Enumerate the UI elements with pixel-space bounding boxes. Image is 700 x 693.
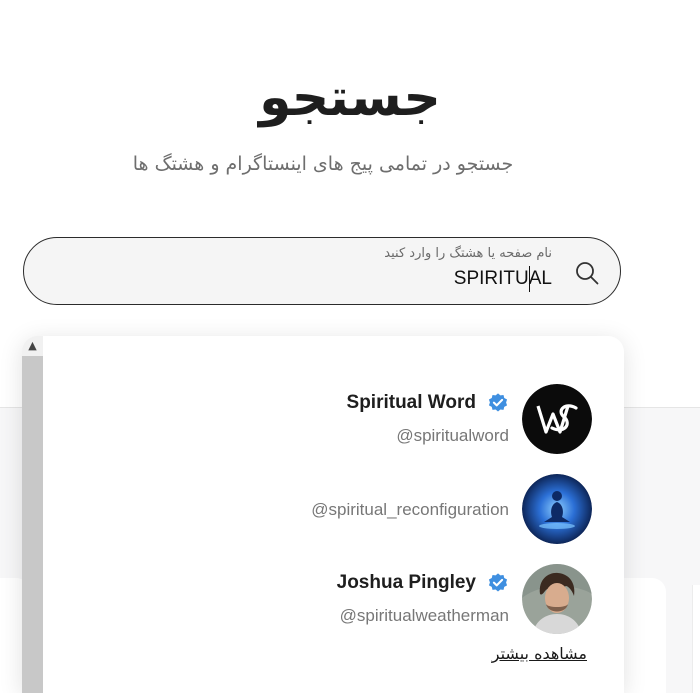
result-handle: @spiritualword bbox=[396, 426, 509, 445]
verified-badge-icon bbox=[488, 573, 508, 592]
text-caret bbox=[529, 266, 530, 292]
result-name: Joshua Pingley bbox=[336, 572, 476, 593]
search-result-item[interactable]: @spiritual_reconfiguration bbox=[62, 474, 592, 546]
verified-badge-icon bbox=[488, 393, 508, 412]
page-subtitle: جستجو در تمامی پیج های اینستاگرام و هشتگ… bbox=[132, 153, 514, 175]
search-result-item[interactable]: Joshua Pingley @spiritualweatherman bbox=[62, 564, 592, 636]
ws-monogram-logo bbox=[522, 384, 592, 454]
search-label: نام صفحه یا هشتگ را وارد کنید bbox=[384, 246, 552, 261]
page-title: جستجو bbox=[259, 68, 441, 128]
result-handle: @spiritualweatherman bbox=[339, 606, 509, 625]
search-input[interactable] bbox=[152, 266, 552, 292]
search-icon[interactable] bbox=[574, 260, 600, 286]
search-result-item[interactable]: Spiritual Word @spiritualword bbox=[62, 384, 592, 456]
dropdown-scrollbar[interactable]: ▲ bbox=[22, 336, 43, 693]
scroll-up-arrow-icon[interactable]: ▲ bbox=[22, 336, 43, 356]
result-handle: @spiritual_reconfiguration bbox=[311, 500, 509, 519]
meditation-figure-image bbox=[522, 474, 592, 544]
result-name: Spiritual Word bbox=[346, 392, 476, 413]
see-more-link[interactable]: مشاهده بیشتر bbox=[492, 644, 587, 663]
search-results-dropdown: ▲ Spiritual Word @spiritualword @spiritu… bbox=[22, 336, 624, 693]
person-photo bbox=[522, 564, 592, 634]
scrollbar-thumb[interactable] bbox=[22, 356, 43, 693]
search-box[interactable]: نام صفحه یا هشتگ را وارد کنید bbox=[23, 237, 621, 305]
background-card-edge bbox=[692, 585, 700, 693]
